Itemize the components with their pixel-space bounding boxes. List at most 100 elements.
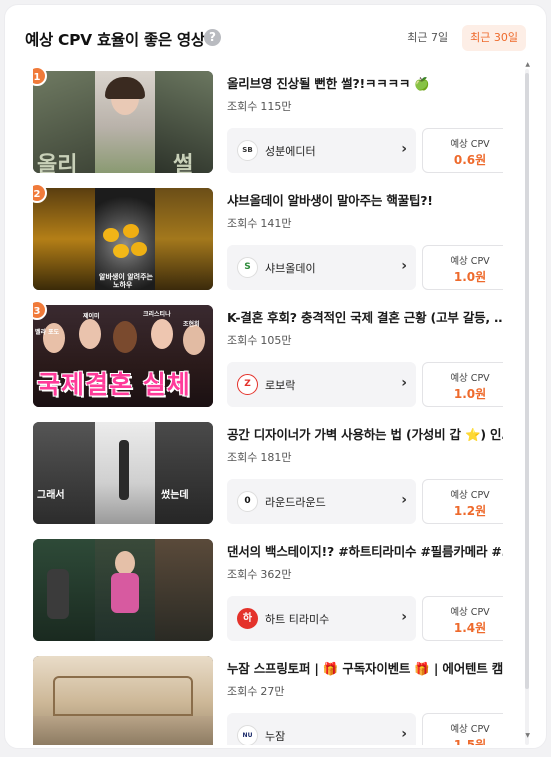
video-info: 샤브올데이 알바생이 말아주는 핵꿀팁?! 조회수 141만 S 샤브올데이 › … — [227, 188, 503, 290]
views-label: 조회수 — [227, 451, 258, 464]
chevron-right-icon: › — [401, 141, 407, 157]
channel-logo-icon: 0 — [237, 491, 258, 512]
card-title: 예상 CPV 효율이 좋은 영상 — [25, 31, 205, 49]
thumb-caption: 조현희 — [183, 321, 200, 328]
views-label: 조회수 — [227, 568, 258, 581]
expected-cpv-box: 예상 CPV 1.4원 — [422, 596, 503, 641]
channel-name: 성분에디터 — [265, 145, 316, 158]
channel-logo-icon: NU — [237, 725, 258, 745]
views-value: 27만 — [260, 685, 285, 698]
video-thumbnail[interactable]: 벨라 포도 제이미 크리스티나 조현희 국제결혼 실체 — [33, 305, 213, 407]
cpv-value: 1.0원 — [453, 387, 487, 401]
video-row[interactable]: 올리 썰 1 올리브영 진상될 뻔한 썰?!ㅋㅋㅋㅋ 🍏 조회수 115만 SB … — [33, 66, 503, 175]
expected-cpv-box: 예상 CPV 1.5원 — [422, 713, 503, 745]
views-value: 115만 — [260, 100, 292, 113]
cpv-label: 예상 CPV — [450, 139, 490, 150]
views-value: 105만 — [260, 334, 292, 347]
video-thumbnail[interactable] — [33, 656, 213, 745]
video-title[interactable]: 공간 디자이너가 가벽 사용하는 법 (가성비 갑 ⭐) 인테리어 꿀팁 — [227, 424, 503, 443]
cpv-label: 예상 CPV — [450, 607, 490, 618]
scroll-up-icon[interactable]: ▲ — [525, 61, 530, 68]
channel-name: 로보락 — [265, 379, 296, 392]
chevron-right-icon: › — [401, 375, 407, 391]
expected-cpv-box: 예상 CPV 1.0원 — [422, 245, 503, 290]
video-thumbnail[interactable]: 알바생이 알려주는 노하우 — [33, 188, 213, 290]
chevron-right-icon: › — [401, 258, 407, 274]
tab-30-days[interactable]: 최근 30일 — [462, 25, 526, 51]
expected-cpv-box: 예상 CPV 1.0원 — [422, 362, 503, 407]
channel-name: 샤브올데이 — [265, 262, 316, 275]
thumb-caption: 그래서 — [37, 490, 65, 501]
video-title[interactable]: 올리브영 진상될 뻔한 썰?!ㅋㅋㅋㅋ 🍏 — [227, 73, 503, 92]
views-value: 141만 — [260, 217, 292, 230]
views-value: 362만 — [260, 568, 292, 581]
views-label: 조회수 — [227, 334, 258, 347]
channel-logo-icon: SB — [237, 140, 258, 161]
channel-link[interactable]: 하 하트 티라미수 › — [227, 596, 416, 641]
video-info: 누잠 스프링토퍼 | 🎁 구독자이벤트 🎁 | 에어텐트 캠핑 조회수 27만 N… — [227, 656, 503, 745]
views-label: 조회수 — [227, 217, 258, 230]
video-row[interactable]: 그래서 썼는데 공간 디자이너가 가벽 사용하는 법 (가성비 갑 ⭐) 인테리… — [33, 422, 503, 526]
channel-link[interactable]: 0 라운드라운드 › — [227, 479, 416, 524]
thumb-caption: 썰 — [173, 153, 194, 173]
video-title[interactable]: K-결혼 후회? 충격적인 국제 결혼 근황 (고부 갈등, 시월드, 문화차이… — [227, 307, 503, 326]
card-header: 예상 CPV 효율이 좋은 영상 ? 최근 7일 최근 30일 — [25, 25, 526, 55]
view-count: 조회수 115만 — [227, 98, 292, 114]
video-title[interactable]: 누잠 스프링토퍼 | 🎁 구독자이벤트 🎁 | 에어텐트 캠핑 — [227, 658, 503, 677]
video-thumbnail[interactable] — [33, 539, 213, 641]
chevron-right-icon: › — [401, 726, 407, 742]
cpv-value: 1.5원 — [453, 738, 487, 745]
thumb-caption: 크리스티나 — [143, 311, 171, 318]
expected-cpv-box: 예상 CPV 1.2원 — [422, 479, 503, 524]
thumb-caption: 벨라 포도 — [35, 329, 60, 336]
chevron-right-icon: › — [401, 492, 407, 508]
channel-logo-icon: 하 — [237, 608, 258, 629]
video-info: 댄서의 백스테이지!? #하트티라미수 #필름카메라 #댄서 조회수 362만 하… — [227, 539, 503, 641]
video-title[interactable]: 댄서의 백스테이지!? #하트티라미수 #필름카메라 #댄서 — [227, 541, 503, 560]
chevron-right-icon: › — [401, 609, 407, 625]
video-thumbnail[interactable]: 그래서 썼는데 — [33, 422, 213, 524]
view-count: 조회수 27만 — [227, 683, 285, 699]
video-row[interactable]: 벨라 포도 제이미 크리스티나 조현희 국제결혼 실체 3 K-결혼 후회? 충… — [33, 300, 503, 409]
video-list: 올리 썰 1 올리브영 진상될 뻔한 썰?!ㅋㅋㅋㅋ 🍏 조회수 115만 SB … — [33, 65, 503, 745]
views-label: 조회수 — [227, 100, 258, 113]
cpv-value: 0.6원 — [453, 153, 487, 167]
channel-name: 라운드라운드 — [265, 496, 326, 509]
cpv-value: 1.0원 — [453, 270, 487, 284]
video-thumbnail[interactable]: 올리 썰 — [33, 71, 213, 173]
tab-7-days[interactable]: 최근 7일 — [399, 25, 456, 51]
views-label: 조회수 — [227, 685, 258, 698]
video-row[interactable]: 알바생이 알려주는 노하우 2 샤브올데이 알바생이 말아주는 핵꿀팁?! 조회… — [33, 183, 503, 292]
thumb-caption: 썼는데 — [161, 490, 189, 501]
channel-link[interactable]: S 샤브올데이 › — [227, 245, 416, 290]
cpv-value: 1.2원 — [453, 504, 487, 518]
channel-name: 하트 티라미수 — [265, 613, 330, 626]
scroll-down-icon[interactable]: ▼ — [525, 732, 530, 739]
channel-link[interactable]: Z 로보락 › — [227, 362, 416, 407]
scrollbar[interactable] — [525, 69, 529, 745]
thumb-caption: 국제결혼 실체 — [37, 370, 191, 399]
view-count: 조회수 105만 — [227, 332, 292, 348]
video-info: 올리브영 진상될 뻔한 썰?!ㅋㅋㅋㅋ 🍏 조회수 115만 SB 성분에디터 ›… — [227, 71, 503, 173]
cpv-label: 예상 CPV — [450, 373, 490, 384]
cpv-efficient-videos-card: 예상 CPV 효율이 좋은 영상 ? 최근 7일 최근 30일 올리 썰 1 올… — [4, 4, 547, 749]
cpv-label: 예상 CPV — [450, 256, 490, 267]
video-title[interactable]: 샤브올데이 알바생이 말아주는 핵꿀팁?! — [227, 190, 503, 209]
scrollbar-thumb[interactable] — [525, 73, 529, 689]
video-info: 공간 디자이너가 가벽 사용하는 법 (가성비 갑 ⭐) 인테리어 꿀팁 조회수… — [227, 422, 503, 524]
expected-cpv-box: 예상 CPV 0.6원 — [422, 128, 503, 173]
channel-link[interactable]: NU 누잠 › — [227, 713, 416, 745]
period-tabs: 최근 7일 최근 30일 — [399, 25, 526, 51]
thumb-caption: 노하우 — [113, 281, 133, 289]
view-count: 조회수 141만 — [227, 215, 292, 231]
video-row[interactable]: 댄서의 백스테이지!? #하트티라미수 #필름카메라 #댄서 조회수 362만 하… — [33, 539, 503, 643]
cpv-label: 예상 CPV — [450, 490, 490, 501]
video-info: K-결혼 후회? 충격적인 국제 결혼 근황 (고부 갈등, 시월드, 문화차이… — [227, 305, 503, 407]
channel-logo-icon: S — [237, 257, 258, 278]
channel-link[interactable]: SB 성분에디터 › — [227, 128, 416, 173]
channel-name: 누잠 — [265, 730, 286, 743]
cpv-label: 예상 CPV — [450, 724, 490, 735]
video-row[interactable]: 누잠 스프링토퍼 | 🎁 구독자이벤트 🎁 | 에어텐트 캠핑 조회수 27만 N… — [33, 656, 503, 745]
help-icon[interactable]: ? — [204, 29, 221, 46]
channel-logo-icon: Z — [237, 374, 258, 395]
